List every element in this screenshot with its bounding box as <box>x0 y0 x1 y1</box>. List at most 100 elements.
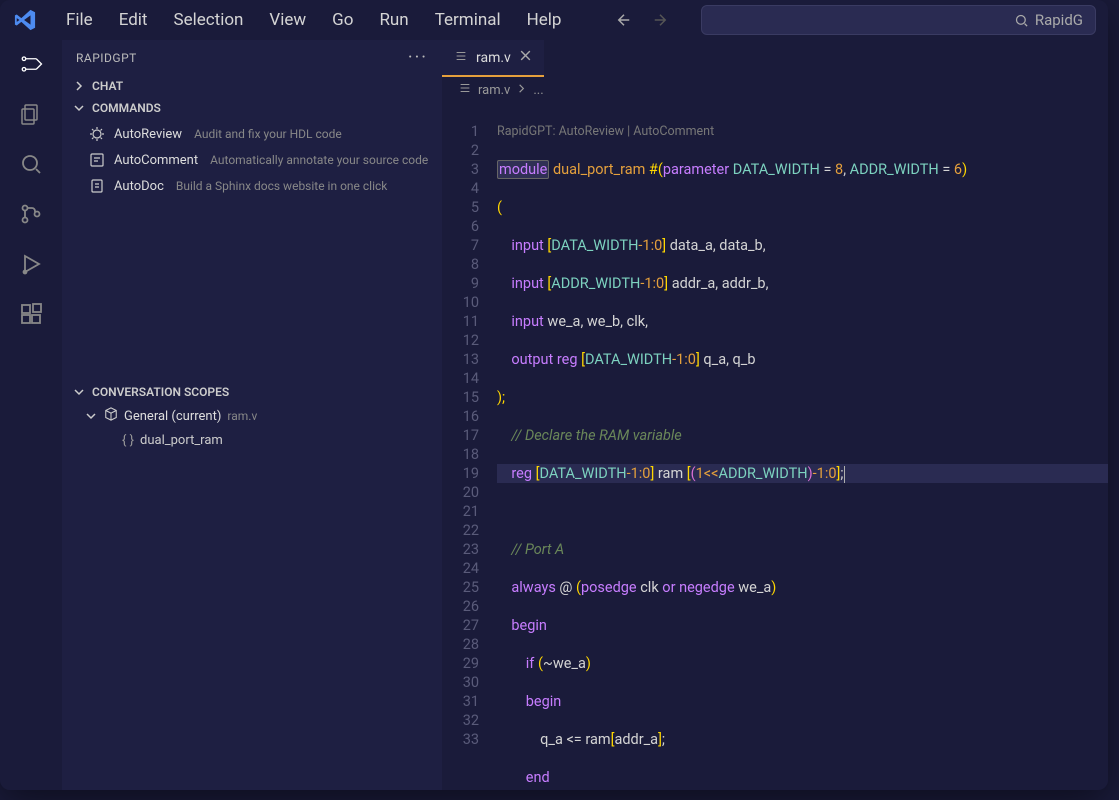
line-number: 22 <box>442 521 479 540</box>
activity-bar <box>0 40 62 790</box>
nav-back-button[interactable] <box>611 7 637 33</box>
line-number: 20 <box>442 483 479 502</box>
chat-section-label: CHAT <box>92 79 123 93</box>
line-number: 23 <box>442 540 479 559</box>
menu-selection[interactable]: Selection <box>161 4 255 36</box>
command-autodoc[interactable]: AutoDoc Build a Sphinx docs website in o… <box>62 173 442 199</box>
line-number: 13 <box>442 350 479 369</box>
line-number: 6 <box>442 217 479 236</box>
line-number: 17 <box>442 426 479 445</box>
tab-ram-v[interactable]: ram.v <box>442 40 544 77</box>
command-name: AutoReview <box>114 127 182 142</box>
command-autocomment[interactable]: AutoComment Automatically annotate your … <box>62 147 442 173</box>
panel-title: RAPIDGPT <box>76 51 137 65</box>
command-autoreview[interactable]: AutoReview Audit and fix your HDL code <box>62 121 442 147</box>
breadcrumb-more: ... <box>533 83 543 98</box>
line-number: 25 <box>442 578 479 597</box>
menu-terminal[interactable]: Terminal <box>423 4 513 36</box>
line-number: 5 <box>442 198 479 217</box>
codelens[interactable]: RapidGPT: AutoReview | AutoComment <box>497 122 1108 141</box>
line-number: 30 <box>442 673 479 692</box>
command-name: AutoComment <box>114 153 198 168</box>
line-number: 1 <box>442 122 479 141</box>
scope-general-label: General (current) <box>124 409 221 424</box>
chevron-down-icon <box>72 385 86 399</box>
line-number: 14 <box>442 369 479 388</box>
line-number: 28 <box>442 635 479 654</box>
line-number: 12 <box>442 331 479 350</box>
code-content[interactable]: RapidGPT: AutoReview | AutoComment modul… <box>497 103 1108 790</box>
menu-edit[interactable]: Edit <box>107 4 160 36</box>
breadcrumb-file: ram.v <box>478 83 510 98</box>
search-placeholder: RapidG <box>1035 11 1083 29</box>
line-number: 10 <box>442 293 479 312</box>
search-icon <box>1014 13 1029 28</box>
line-number-gutter: 1234567891011121314151617181920212223242… <box>442 103 497 790</box>
line-number: 4 <box>442 179 479 198</box>
source-control-activity-icon[interactable] <box>15 198 47 230</box>
line-number: 18 <box>442 445 479 464</box>
panel-header: RAPIDGPT ··· <box>62 40 442 75</box>
search-activity-icon[interactable] <box>15 148 47 180</box>
line-number: 29 <box>442 654 479 673</box>
scopes-section-header[interactable]: CONVERSATION SCOPES <box>62 381 442 403</box>
menu-view[interactable]: View <box>257 4 318 36</box>
command-desc: Automatically annotate your source code <box>210 153 428 167</box>
line-number: 11 <box>442 312 479 331</box>
menu-go[interactable]: Go <box>320 4 365 36</box>
autoreview-icon <box>88 125 106 143</box>
line-number: 26 <box>442 597 479 616</box>
menu-help[interactable]: Help <box>515 4 574 36</box>
scope-general[interactable]: General (current) ram.v <box>62 403 442 429</box>
chevron-right-icon <box>516 83 527 98</box>
code-editor[interactable]: 1234567891011121314151617181920212223242… <box>442 103 1108 790</box>
chevron-right-icon <box>72 79 86 93</box>
main-menu: File Edit Selection View Go Run Terminal… <box>54 4 573 36</box>
line-number: 24 <box>442 559 479 578</box>
run-debug-activity-icon[interactable] <box>15 248 47 280</box>
line-number: 2 <box>442 141 479 160</box>
side-panel: RAPIDGPT ··· CHAT COMMANDS <box>62 40 442 790</box>
command-desc: Audit and fix your HDL code <box>194 127 342 141</box>
command-desc: Build a Sphinx docs website in one click <box>176 179 388 193</box>
nav-forward-button[interactable] <box>647 7 673 33</box>
scope-module[interactable]: { } dual_port_ram <box>62 429 442 452</box>
line-number: 19 <box>442 464 479 483</box>
line-number: 7 <box>442 236 479 255</box>
line-number: 9 <box>442 274 479 293</box>
breadcrumb[interactable]: ram.v ... <box>442 77 1108 103</box>
rapidgpt-activity-icon[interactable] <box>15 48 47 80</box>
menu-run[interactable]: Run <box>367 4 420 36</box>
command-search-input[interactable]: RapidG <box>701 5 1096 35</box>
line-number: 33 <box>442 730 479 749</box>
line-number: 3 <box>442 160 479 179</box>
file-icon <box>454 49 468 67</box>
scopes-section-label: CONVERSATION SCOPES <box>92 385 229 399</box>
close-tab-button[interactable] <box>519 49 532 66</box>
chevron-down-icon <box>72 101 86 115</box>
line-number: 21 <box>442 502 479 521</box>
commands-section-header[interactable]: COMMANDS <box>62 97 442 119</box>
chevron-down-icon <box>84 409 98 423</box>
line-number: 8 <box>442 255 479 274</box>
chat-section-header[interactable]: CHAT <box>62 75 442 97</box>
extensions-activity-icon[interactable] <box>15 298 47 330</box>
explorer-activity-icon[interactable] <box>15 98 47 130</box>
commands-section-label: COMMANDS <box>92 101 161 115</box>
line-number: 32 <box>442 711 479 730</box>
line-number: 16 <box>442 407 479 426</box>
line-number: 31 <box>442 692 479 711</box>
scope-module-label: dual_port_ram <box>140 433 223 448</box>
menu-file[interactable]: File <box>54 4 105 36</box>
editor-tabs: ram.v <box>442 40 1108 77</box>
cube-icon <box>104 407 118 425</box>
vscode-logo-icon <box>12 7 38 33</box>
titlebar: File Edit Selection View Go Run Terminal… <box>0 0 1108 40</box>
command-list: AutoReview Audit and fix your HDL code A… <box>62 119 442 201</box>
panel-more-button[interactable]: ··· <box>408 47 428 68</box>
line-number: 27 <box>442 616 479 635</box>
braces-icon: { } <box>122 433 134 448</box>
autocomment-icon <box>88 151 106 169</box>
line-number: 15 <box>442 388 479 407</box>
scope-general-file: ram.v <box>227 409 257 423</box>
